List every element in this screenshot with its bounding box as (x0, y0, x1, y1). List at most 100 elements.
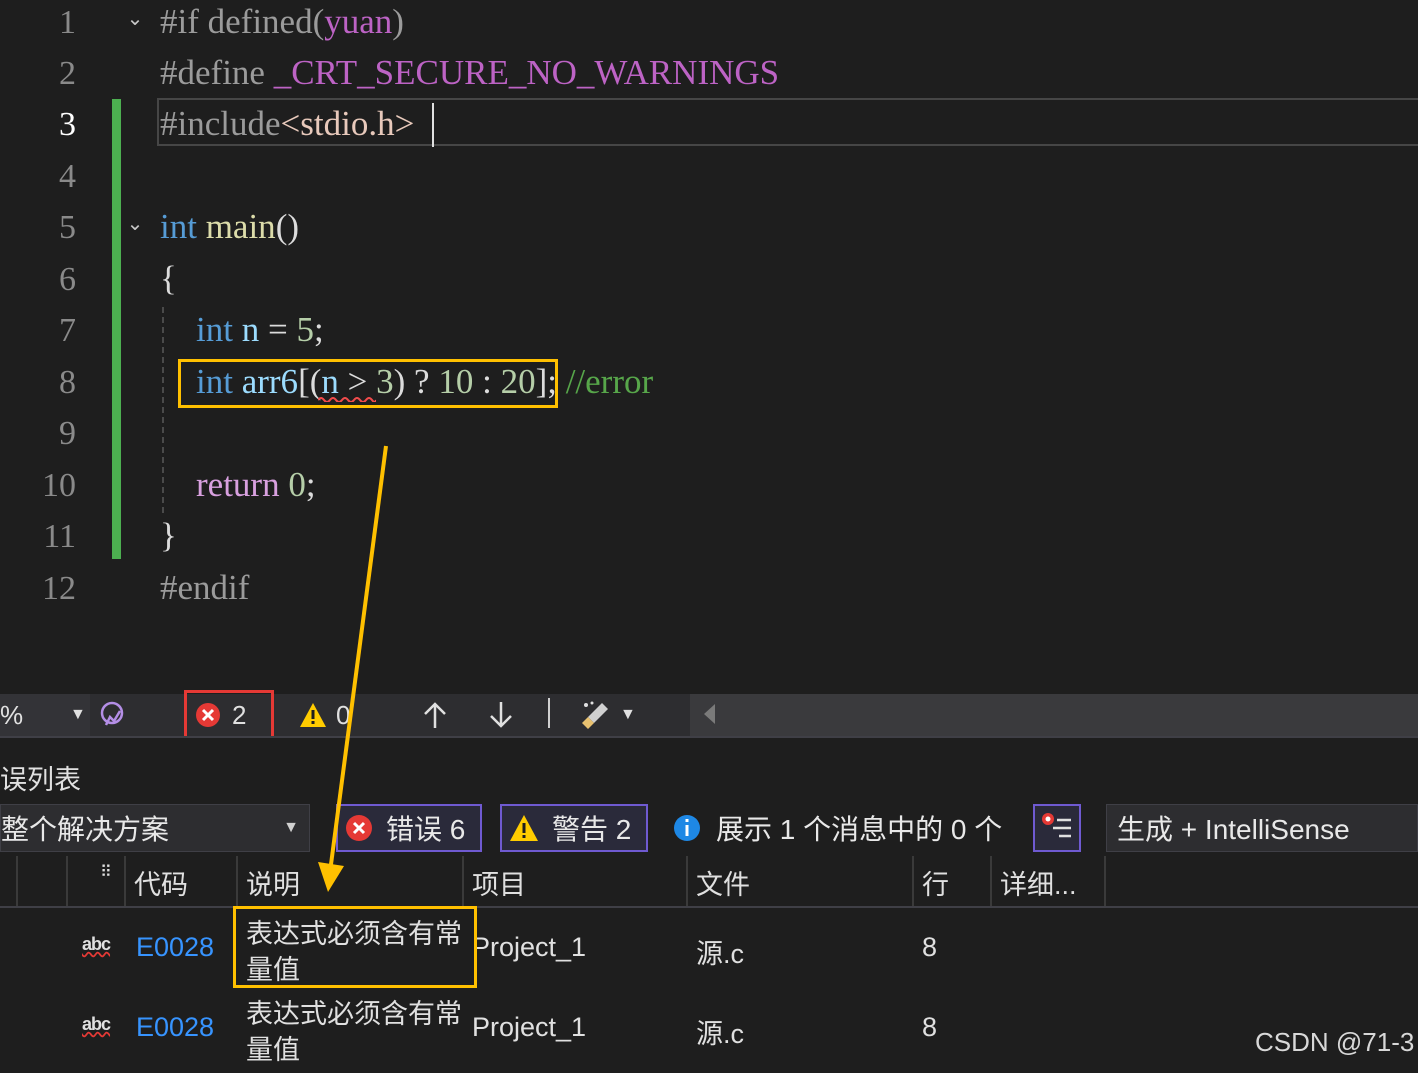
messages-filter-label: 展示 1 个消息中的 0 个 (716, 814, 1003, 845)
line-number: 9 (59, 415, 76, 452)
warnings-filter-button[interactable]: 警告 2 (500, 804, 648, 852)
code-token: 5 (296, 310, 314, 349)
code-text: #include<stdio.h> (160, 102, 414, 146)
code-token: ) (392, 2, 404, 41)
column-separator (124, 856, 126, 908)
column-header-details[interactable]: 详细... (1000, 856, 1100, 908)
code-token: _CRT_SECURE_NO_WARNINGS (273, 53, 780, 92)
line-number: 3 (59, 106, 76, 143)
scope-value: 整个解决方案 (1, 814, 170, 845)
code-token: { (160, 259, 177, 298)
code-cleanup-brush-icon[interactable] (580, 694, 614, 736)
fold-chevron-icon[interactable]: ⌄ (124, 213, 146, 235)
error-description: 表达式必须含有常 (246, 999, 462, 1029)
code-line[interactable]: 6{ (0, 257, 1418, 309)
code-token: ; (305, 465, 316, 504)
code-line[interactable]: 1 ⌄ #if defined(yuan) (0, 0, 1418, 52)
code-text: int main() (160, 205, 299, 249)
warning-count: 0 (336, 699, 351, 730)
scroll-left-icon[interactable] (704, 704, 715, 724)
code-line[interactable]: 5 ⌄ int main() (0, 205, 1418, 257)
arrow-up-icon[interactable] (422, 694, 448, 736)
code-line[interactable]: 7 int n = 5; (0, 308, 1418, 360)
line-number: 5 (59, 209, 76, 246)
code-token: ; (313, 310, 324, 349)
code-line[interactable]: 12 #endif (0, 566, 1418, 618)
code-token: = (259, 310, 297, 349)
code-line[interactable]: 10 return 0; (0, 463, 1418, 515)
code-line[interactable]: 4 (0, 154, 1418, 206)
warning-icon (510, 815, 538, 841)
error-code-link[interactable]: E0028 (136, 932, 214, 963)
error-count: 2 (232, 699, 247, 730)
code-token: #if defined( (160, 2, 325, 41)
build-intellisense-dropdown[interactable]: 生成 + IntelliSense (1106, 804, 1418, 852)
code-line[interactable]: 11} (0, 514, 1418, 566)
error-line: 8 (922, 1012, 938, 1042)
arrow-down-icon[interactable] (488, 694, 514, 736)
spell-abc-icon: abc (82, 1014, 111, 1034)
column-header-project[interactable]: 项目 (472, 856, 682, 908)
warning-count-button[interactable]: 0 (298, 694, 350, 736)
chevron-down-icon[interactable]: ▼ (620, 694, 636, 736)
error-project: Project_1 (472, 932, 587, 962)
column-separator (1104, 856, 1106, 908)
column-header-description[interactable]: 说明 (246, 856, 456, 908)
zoom-value: % (0, 699, 24, 730)
error-project: Project_1 (472, 1012, 587, 1042)
column-separator (912, 856, 914, 908)
code-text: int n = 5; (196, 308, 324, 352)
column-header-line[interactable]: 行 (922, 856, 982, 908)
code-token: <stdio.h> (280, 104, 415, 143)
table-row[interactable]: abc E0028 表达式必须含有常 量值 Project_1 源.c 8 (0, 990, 1418, 1068)
code-token: 0 (288, 465, 306, 504)
code-line[interactable]: 9 (0, 411, 1418, 463)
column-header-code[interactable]: 代码 (134, 856, 234, 908)
info-icon (674, 815, 700, 841)
error-squiggle (318, 397, 376, 402)
line-number: 12 (42, 570, 76, 607)
code-token: #include (160, 104, 281, 143)
error-icon (346, 815, 372, 841)
spell-abc-icon: abc (82, 934, 111, 954)
errors-filter-label: 错误 6 (386, 814, 466, 845)
filter-current-document-button[interactable] (1033, 804, 1081, 852)
line-number: 1 (59, 4, 76, 41)
warning-icon (300, 703, 326, 727)
line-number: 6 (59, 261, 76, 298)
intellicode-icon[interactable] (96, 694, 128, 736)
code-editor[interactable]: 1 ⌄ #if defined(yuan) 2 #define _CRT_SECURE_… (0, 0, 1418, 694)
table-row[interactable]: abc E0028 表达式必须含有常 量值 Project_1 源.c 8 (0, 910, 1418, 988)
chevron-down-icon[interactable]: ▼ (70, 694, 86, 736)
warnings-filter-label: 警告 2 (552, 814, 632, 845)
messages-filter-button[interactable]: 展示 1 个消息中的 0 个 (672, 804, 1012, 852)
error-count-button[interactable]: 2 (194, 694, 246, 736)
code-text: return 0; (196, 463, 316, 507)
code-line[interactable]: 2 #define _CRT_SECURE_NO_WARNINGS (0, 51, 1418, 103)
horizontal-scrollbar[interactable] (690, 694, 1418, 736)
code-token: int (160, 207, 197, 246)
column-separator (16, 856, 18, 908)
code-line[interactable]: 3 #include<stdio.h> (0, 102, 1418, 154)
code-token: //error (565, 362, 654, 401)
highlight-box-description (233, 906, 477, 988)
column-separator (686, 856, 688, 908)
errors-filter-button[interactable]: 错误 6 (336, 804, 482, 852)
fold-chevron-icon[interactable]: ⌄ (124, 8, 146, 30)
column-separator (462, 856, 464, 908)
error-code-link[interactable]: E0028 (136, 1012, 214, 1043)
text-caret (432, 103, 434, 147)
scope-dropdown[interactable]: 整个解决方案 ▼ (0, 804, 310, 852)
code-text: } (160, 514, 177, 558)
sort-grip-icon[interactable]: ⠿ (100, 856, 120, 908)
filter-document-icon (1042, 813, 1071, 838)
editor-status-bar: % ▼ 2 0 ▼ (0, 690, 1418, 742)
code-token: #define (160, 53, 274, 92)
csdn-watermark: CSDN @71-3 (1255, 1027, 1415, 1057)
line-number: 2 (59, 55, 76, 92)
column-header-file[interactable]: 文件 (696, 856, 906, 908)
column-separator (66, 856, 68, 908)
code-token: int (196, 310, 233, 349)
error-file: 源.c (696, 939, 745, 969)
code-token: #endif (160, 568, 250, 607)
